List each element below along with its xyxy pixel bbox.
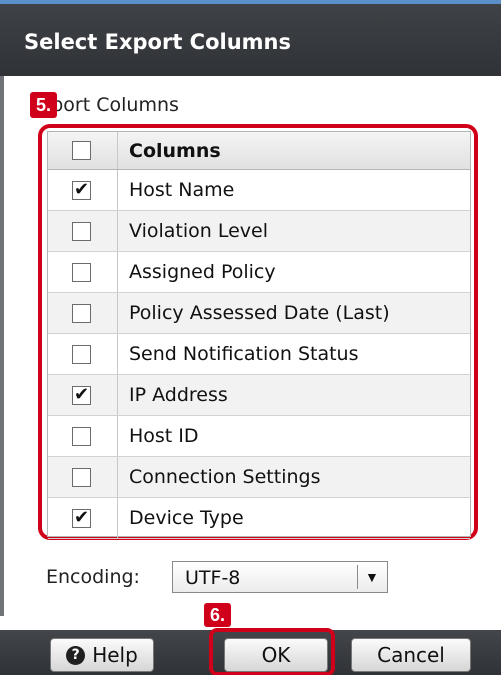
column-checkbox[interactable]: ✔ xyxy=(72,427,91,446)
select-export-columns-dialog: Select Export Columns xport Columns 5. C… xyxy=(0,0,501,675)
column-check-cell: ✔ xyxy=(48,416,118,456)
step-callout-5: 5. xyxy=(30,92,57,118)
column-check-cell: ✔ xyxy=(48,252,118,292)
encoding-label: Encoding: xyxy=(46,566,140,588)
cancel-button-label: Cancel xyxy=(377,643,445,667)
column-row[interactable]: ✔ IP Address xyxy=(48,375,470,416)
select-all-checkbox[interactable] xyxy=(72,141,91,160)
column-checkbox[interactable]: ✔ xyxy=(72,179,91,200)
columns-header-label: Columns xyxy=(129,139,221,162)
dialog-title: Select Export Columns xyxy=(24,30,291,54)
column-label: Policy Assessed Date (Last) xyxy=(129,302,390,324)
column-checkbox[interactable]: ✔ xyxy=(72,384,91,405)
column-check-cell: ✔ xyxy=(48,211,118,251)
column-check-cell: ✔ xyxy=(48,170,118,210)
column-check-cell: ✔ xyxy=(48,457,118,497)
ok-button-label: OK xyxy=(261,643,291,667)
help-button-label: Help xyxy=(92,643,138,667)
check-mark-icon: ✔ xyxy=(74,507,90,528)
columns-table: Columns ✔ Host Name ✔ Violation Level ✔ Assig… xyxy=(47,131,471,539)
check-mark-icon: ✔ xyxy=(74,179,90,200)
ok-button[interactable]: OK xyxy=(224,638,328,672)
column-checkbox[interactable]: ✔ xyxy=(72,507,91,528)
column-row[interactable]: ✔ Send Notification Status xyxy=(48,334,470,375)
column-check-cell: ✔ xyxy=(48,498,118,538)
export-columns-label: xport Columns xyxy=(40,94,179,116)
encoding-value: UTF-8 xyxy=(185,567,241,589)
column-label: Connection Settings xyxy=(129,466,321,488)
dialog-left-edge xyxy=(0,76,4,616)
column-row[interactable]: ✔ Device Type xyxy=(48,498,470,539)
column-checkbox[interactable]: ✔ xyxy=(72,345,91,364)
cancel-button[interactable]: Cancel xyxy=(351,638,471,672)
dialog-title-bar[interactable]: Select Export Columns xyxy=(0,0,501,76)
column-checkbox[interactable]: ✔ xyxy=(72,222,91,241)
column-checkbox[interactable]: ✔ xyxy=(72,263,91,282)
select-divider xyxy=(357,565,358,589)
column-label: Host Name xyxy=(129,179,235,201)
column-row[interactable]: ✔ Host ID xyxy=(48,416,470,457)
columns-header-row: Columns xyxy=(48,132,470,170)
column-label: Device Type xyxy=(129,507,244,529)
column-check-cell: ✔ xyxy=(48,375,118,415)
header-check-cell xyxy=(48,132,118,169)
help-button[interactable]: ? Help xyxy=(50,638,154,672)
column-label: Assigned Policy xyxy=(129,261,276,283)
column-label: Violation Level xyxy=(129,220,268,242)
step-callout-6: 6. xyxy=(204,603,231,627)
encoding-select[interactable]: UTF-8 ▼ xyxy=(172,561,388,593)
column-label: Host ID xyxy=(129,425,199,447)
help-icon: ? xyxy=(66,645,86,665)
column-check-cell: ✔ xyxy=(48,293,118,333)
column-label: IP Address xyxy=(129,384,228,406)
chevron-down-icon[interactable]: ▼ xyxy=(365,565,379,589)
column-checkbox[interactable]: ✔ xyxy=(72,468,91,487)
column-row[interactable]: ✔ Assigned Policy xyxy=(48,252,470,293)
column-row[interactable]: ✔ Policy Assessed Date (Last) xyxy=(48,293,470,334)
column-check-cell: ✔ xyxy=(48,334,118,374)
column-label: Send Notification Status xyxy=(129,343,359,365)
check-mark-icon: ✔ xyxy=(74,384,90,405)
column-row[interactable]: ✔ Connection Settings xyxy=(48,457,470,498)
column-row[interactable]: ✔ Violation Level xyxy=(48,211,470,252)
column-checkbox[interactable]: ✔ xyxy=(72,304,91,323)
column-row[interactable]: ✔ Host Name xyxy=(48,170,470,211)
